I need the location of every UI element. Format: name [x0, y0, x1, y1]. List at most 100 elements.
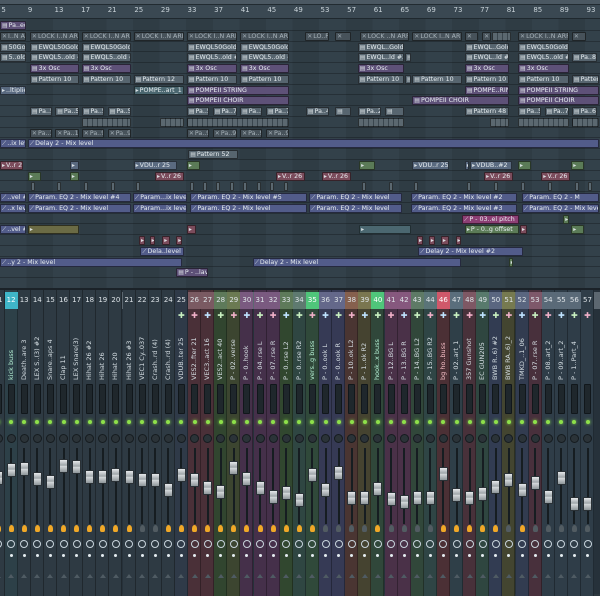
clip-lock[interactable]	[482, 32, 491, 41]
route-arrow-icon[interactable]	[21, 574, 27, 578]
playlist-track-row[interactable]	[0, 181, 600, 192]
pan-knob[interactable]	[138, 434, 147, 443]
clip-pat[interactable]: Pa..5	[108, 107, 132, 116]
route-arrow-icon[interactable]	[139, 574, 145, 578]
clip-pat[interactable]: Pa..5	[55, 107, 79, 116]
route-arrow-icon[interactable]	[375, 574, 381, 578]
strip-number[interactable]: 13	[18, 292, 31, 309]
enable-led-icon[interactable]	[494, 420, 498, 424]
swap-phase-icon[interactable]	[534, 554, 537, 557]
clip-red[interactable]	[150, 236, 156, 245]
playlist-track-row[interactable]: I..N ARPLOCK I..N ARPLOCK I..N ARPLOCK I…	[0, 31, 600, 42]
swap-phase-icon[interactable]	[403, 554, 406, 557]
clip-red[interactable]	[429, 236, 435, 245]
strip-number[interactable]: 46	[437, 292, 450, 309]
clip-lock[interactable]	[335, 32, 351, 41]
send-icon[interactable]: ✚	[581, 311, 594, 320]
playlist-area[interactable]: Pa..edI..N ARPLOCK I..N ARPLOCK I..N ARP…	[0, 19, 600, 288]
fx-enable-icon[interactable]	[140, 525, 145, 532]
pan-knob[interactable]	[0, 434, 3, 443]
playlist-track-row[interactable]: V..r 26VDU..r 25VDU..r 25VDUB..#2	[0, 160, 600, 171]
pan-knob[interactable]	[216, 434, 225, 443]
clip-green[interactable]	[28, 172, 41, 181]
fx-enable-icon[interactable]	[297, 525, 302, 532]
clip-tiny[interactable]	[111, 182, 115, 191]
enable-led-icon[interactable]	[572, 420, 576, 424]
clip-pat[interactable]: Pattern 10	[30, 75, 79, 84]
enable-led-icon[interactable]	[441, 420, 445, 424]
strip-number[interactable]: 43	[411, 292, 424, 309]
pan-knob[interactable]	[20, 434, 29, 443]
clip-pat[interactable]: 50Gold	[0, 43, 26, 52]
clip-auto[interactable]: Dela..level	[140, 247, 184, 256]
enable-led-icon[interactable]	[114, 420, 118, 424]
fx-enable-icon[interactable]	[166, 525, 171, 532]
send-icon[interactable]: ✚	[489, 311, 502, 320]
enable-led-icon[interactable]	[546, 420, 550, 424]
pan-knob[interactable]	[518, 434, 527, 443]
stereo-separation-icon[interactable]	[295, 540, 303, 548]
swap-phase-icon[interactable]	[206, 554, 209, 557]
enable-led-icon[interactable]	[481, 420, 485, 424]
clip-auto[interactable]: Param. EQ 2 - Mix level	[190, 204, 307, 213]
stereo-separation-icon[interactable]	[243, 540, 251, 548]
clip-magenta[interactable]: P - 03..el pitch	[462, 215, 519, 224]
swap-phase-icon[interactable]	[298, 554, 301, 557]
mixer-strip[interactable]: 23Crash..rd (4)	[149, 290, 162, 596]
stereo-separation-icon[interactable]	[33, 540, 41, 548]
clip-pat[interactable]: EWQL50Gold	[187, 43, 237, 52]
swap-phase-icon[interactable]	[23, 554, 26, 557]
route-arrow-icon[interactable]	[336, 574, 342, 578]
clip-pat[interactable]: Pattern 10	[465, 75, 509, 84]
clip-pat[interactable]: EWQL..Gold	[358, 43, 404, 52]
clip-auto[interactable]: Param. EQ 2 - Mix level	[309, 193, 402, 202]
swap-phase-icon[interactable]	[560, 554, 563, 557]
stereo-separation-icon[interactable]	[322, 540, 330, 548]
clip-auto[interactable]: Param. EQ 2 - Mix level #3	[411, 204, 517, 213]
clip-pat[interactable]: Pattern 10	[82, 75, 132, 84]
stereo-separation-icon[interactable]	[453, 540, 461, 548]
volume-fader[interactable]	[0, 471, 3, 485]
volume-fader[interactable]	[308, 468, 317, 482]
fx-enable-icon[interactable]	[310, 525, 315, 532]
volume-fader[interactable]	[426, 491, 435, 505]
clip-pat[interactable]: EWQL50Gold	[240, 43, 289, 52]
pan-knob[interactable]	[164, 434, 173, 443]
pan-knob[interactable]	[531, 434, 540, 443]
playlist-track-row[interactable]: Pa..5Pa..5Pa..5Pa..5Pa..5Pa..7Pa..5Pa..7…	[0, 106, 600, 117]
swap-phase-icon[interactable]	[429, 554, 432, 557]
swap-phase-icon[interactable]	[272, 554, 275, 557]
clip-purple[interactable]: P - ..lav	[176, 268, 208, 277]
fx-enable-icon[interactable]	[585, 525, 590, 532]
pan-knob[interactable]	[282, 434, 291, 443]
clip-red[interactable]: V..r 26	[541, 172, 570, 181]
fx-enable-icon[interactable]	[520, 525, 525, 532]
volume-fader[interactable]	[347, 491, 356, 505]
clip-pat[interactable]: EWQL50Gold	[30, 43, 79, 52]
clip-auto[interactable]: Param. EQ 2 - M	[522, 193, 599, 202]
playlist-track-row[interactable]: POMPEII CHOIRPOMPEII CHOIRPOMPEII CHOIR	[0, 95, 600, 106]
clip-auto[interactable]: Param...ix level	[133, 204, 187, 213]
mixer-strip[interactable]: 56✚P - 1..Part_4	[568, 290, 581, 596]
send-icon[interactable]: ✚	[424, 311, 437, 320]
clip-tiny[interactable]	[521, 182, 525, 191]
clip-lock[interactable]: LOCK I..N ARP	[187, 32, 237, 41]
volume-fader[interactable]	[190, 473, 199, 487]
enable-led-icon[interactable]	[533, 420, 537, 424]
mixer-strip[interactable]: 36✚P - 0..ook L	[319, 290, 332, 596]
stereo-separation-icon[interactable]	[361, 540, 369, 548]
clip-lock[interactable]: Pa..9	[187, 129, 209, 138]
fx-enable-icon[interactable]	[546, 525, 551, 532]
clip-auto[interactable]: Param. EQ 2 - Mix level #2	[411, 193, 517, 202]
clip-green[interactable]	[70, 172, 79, 181]
stereo-separation-icon[interactable]	[217, 540, 225, 548]
volume-fader[interactable]	[7, 463, 16, 477]
route-arrow-icon[interactable]	[480, 574, 486, 578]
clip-tiny[interactable]	[216, 182, 220, 191]
swap-phase-icon[interactable]	[180, 554, 183, 557]
stereo-separation-icon[interactable]	[60, 540, 68, 548]
stereo-separation-icon[interactable]	[73, 540, 81, 548]
strip-number[interactable]: 29	[227, 292, 240, 309]
strip-number[interactable]: 25	[175, 292, 188, 309]
clip-pat[interactable]: EWQL50Gold	[82, 43, 132, 52]
